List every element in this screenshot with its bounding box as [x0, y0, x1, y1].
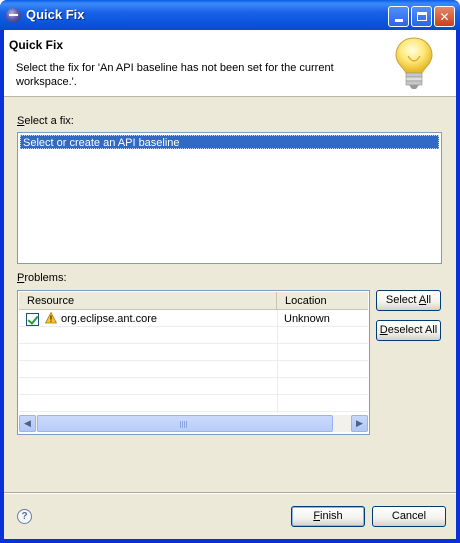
maximize-icon [416, 12, 427, 21]
warning-icon [45, 312, 57, 324]
column-header-location[interactable]: Location [277, 292, 368, 310]
quick-fix-window: Quick Fix ✕ Quick Fix Select the fix for… [0, 0, 460, 543]
problems-label: Problems: [17, 272, 67, 284]
title-bar[interactable]: Quick Fix ✕ [0, 0, 460, 30]
select-fix-label: Select a fix: [17, 115, 74, 127]
minimize-button[interactable] [388, 6, 409, 27]
grip-icon [180, 421, 188, 428]
lightbulb-icon [395, 37, 433, 89]
horizontal-scrollbar[interactable]: ◀ ▶ [19, 415, 368, 432]
column-header-resource[interactable]: Resource [19, 292, 277, 310]
eclipse-app-icon [6, 8, 21, 23]
deselect-all-button[interactable]: Deselect All [376, 320, 441, 341]
close-icon: ✕ [439, 9, 450, 24]
table-row-empty [19, 395, 368, 412]
window-title: Quick Fix [26, 7, 85, 22]
dialog-header: Quick Fix Select the fix for 'An API bas… [4, 30, 456, 97]
header-message: Select the fix for 'An API baseline has … [16, 62, 334, 88]
table-row-empty [19, 361, 368, 378]
footer-divider [4, 492, 456, 494]
row-location: Unknown [284, 313, 330, 325]
table-row-empty [19, 344, 368, 361]
minimize-icon [394, 19, 403, 22]
scrollbar-thumb[interactable] [37, 415, 333, 432]
row-checkbox[interactable] [26, 313, 39, 326]
dialog-client: Quick Fix Select the fix for 'An API bas… [4, 30, 456, 539]
close-button[interactable]: ✕ [434, 6, 455, 27]
problems-table[interactable]: Resource Location org.eclipse.ant.core U… [17, 290, 370, 435]
select-fix-label-text: Select a fix: [17, 115, 74, 127]
scroll-left-icon[interactable]: ◀ [19, 415, 36, 432]
table-row-empty [19, 327, 368, 344]
fix-list[interactable]: Select or create an API baseline [17, 132, 442, 264]
scroll-right-icon[interactable]: ▶ [351, 415, 368, 432]
help-icon[interactable]: ? [17, 509, 32, 524]
cancel-button[interactable]: Cancel [372, 506, 446, 527]
row-resource: org.eclipse.ant.core [61, 313, 157, 325]
fix-item-select-baseline[interactable]: Select or create an API baseline [20, 135, 439, 149]
select-all-button[interactable]: Select All [376, 290, 441, 311]
maximize-button[interactable] [411, 6, 432, 27]
finish-button[interactable]: Finish [291, 506, 365, 527]
header-title: Quick Fix [9, 38, 64, 52]
table-row[interactable]: org.eclipse.ant.core Unknown [19, 310, 368, 327]
table-row-empty [19, 378, 368, 395]
